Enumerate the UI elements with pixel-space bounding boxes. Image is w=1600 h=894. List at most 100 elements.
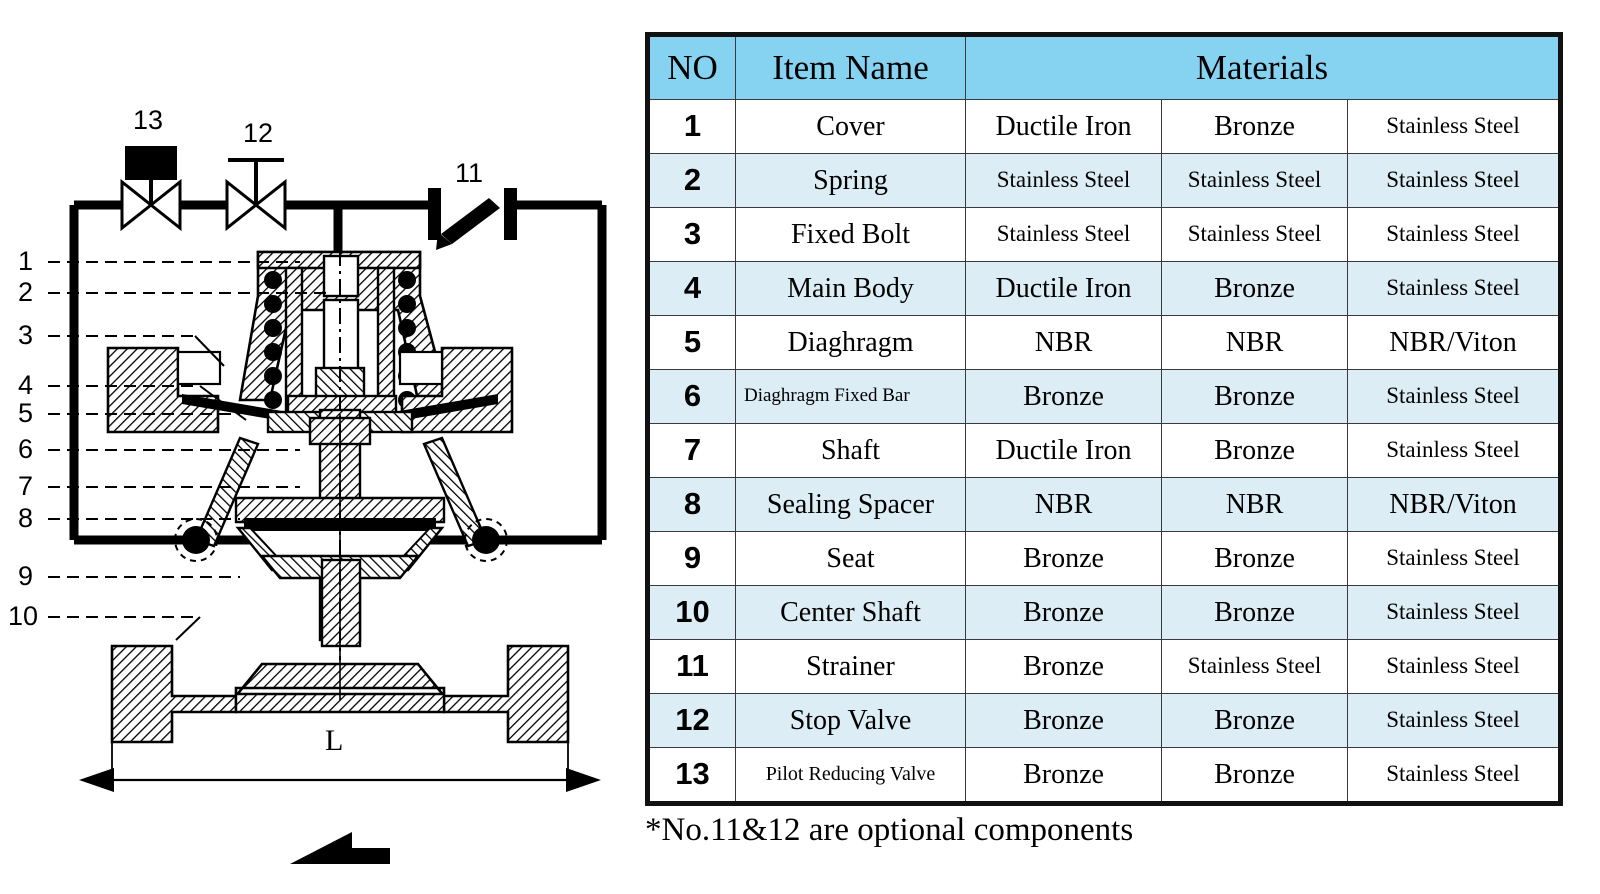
cell-no: 10 <box>647 585 736 640</box>
cell-material-2: Bronze <box>1161 747 1348 804</box>
cell-no: 11 <box>647 639 736 694</box>
cell-material-2: Stainless Steel <box>1161 153 1348 208</box>
table-row: 11 Strainer Bronze Stainless Steel Stainless… <box>647 639 1562 694</box>
callout-9: 9 <box>18 561 34 591</box>
cell-material-3: Stainless Steel <box>1346 99 1562 154</box>
callout-11: 11 <box>455 158 484 188</box>
cell-material-1: Stainless Steel <box>965 207 1162 262</box>
cell-no: 1 <box>647 99 736 154</box>
callout-2: 2 <box>18 277 34 307</box>
cell-material-1: Ductile Iron <box>965 423 1162 478</box>
cell-material-2: NBR <box>1161 315 1348 370</box>
cell-material-1: Bronze <box>965 747 1162 804</box>
cell-material-3: Stainless Steel <box>1346 747 1562 804</box>
header-no: NO <box>647 34 736 100</box>
cell-material-1: Bronze <box>965 531 1162 586</box>
table-row: 7 Shaft Ductile Iron Bronze Stainless Steel <box>647 423 1562 478</box>
header-item-name: Item Name <box>735 34 966 100</box>
cell-item-name: Main Body <box>735 261 966 316</box>
cell-item-name: Spring <box>735 153 966 208</box>
cell-item-name: Seat <box>735 531 966 586</box>
cell-material-3: Stainless Steel <box>1346 693 1562 748</box>
cell-material-2: Bronze <box>1161 423 1348 478</box>
table-row: 4 Main Body Ductile Iron Bronze Stainless St… <box>647 261 1562 316</box>
table-header-row: NO Item Name Materials <box>647 34 1562 100</box>
table-row: 10 Center Shaft Bronze Bronze Stainless Stee… <box>647 585 1562 640</box>
stop-valve-symbol <box>225 158 287 232</box>
cell-no: 4 <box>647 261 736 316</box>
cell-material-1: Bronze <box>965 369 1162 424</box>
table-row: 6 Diaghragm Fixed Bar Bronze Bronze Stainles… <box>647 369 1562 424</box>
cell-material-3: Stainless Steel <box>1346 423 1562 478</box>
callout-5: 5 <box>18 398 34 428</box>
callout-12: 12 <box>243 118 274 148</box>
cell-material-3: Stainless Steel <box>1346 261 1562 316</box>
diagram-page: 13 12 11 1 2 3 4 5 6 7 8 9 10 L NO Item … <box>0 0 1600 894</box>
table-row: 9 Seat Bronze Bronze Stainless Steel <box>647 531 1562 586</box>
cell-material-2: Stainless Steel <box>1161 207 1348 262</box>
dimension-label-L: L <box>325 724 344 757</box>
cell-material-1: NBR <box>965 315 1162 370</box>
cell-no: 13 <box>647 747 736 804</box>
table-row: 5 Diaghragm NBR NBR NBR/Viton <box>647 315 1562 370</box>
cell-material-3: NBR/Viton <box>1346 315 1562 370</box>
cell-no: 7 <box>647 423 736 478</box>
table-row: 12 Stop Valve Bronze Bronze Stainless Steel <box>647 693 1562 748</box>
cell-material-3: Stainless Steel <box>1346 531 1562 586</box>
cell-material-1: Ductile Iron <box>965 261 1162 316</box>
pilot-reducing-valve-symbol <box>120 146 182 232</box>
cell-item-name: Strainer <box>735 639 966 694</box>
cell-no: 3 <box>647 207 736 262</box>
cell-item-name: Sealing Spacer <box>735 477 966 532</box>
cell-material-1: Ductile Iron <box>965 99 1162 154</box>
cell-material-1: Stainless Steel <box>965 153 1162 208</box>
valve-sectional-drawing: 13 12 11 1 2 3 4 5 6 7 8 9 10 L <box>0 0 620 894</box>
table-row: 2 Spring Stainless Steel Stainless Steel Sta… <box>647 153 1562 208</box>
cell-material-3: Stainless Steel <box>1346 585 1562 640</box>
cell-no: 6 <box>647 369 736 424</box>
table-row: 3 Fixed Bolt Stainless Steel Stainless Stee… <box>647 207 1562 262</box>
cell-material-2: Bronze <box>1161 693 1348 748</box>
cell-item-name: Center Shaft <box>735 585 966 640</box>
cell-material-2: Bronze <box>1161 531 1348 586</box>
cell-material-2: Bronze <box>1161 99 1348 154</box>
cell-material-3: Stainless Steel <box>1346 207 1562 262</box>
cell-material-2: Stainless Steel <box>1161 639 1348 694</box>
flow-direction-arrow <box>290 832 390 864</box>
table-row: 13 Pilot Reducing Valve Bronze Bronze Stainl… <box>647 747 1562 804</box>
callout-4: 4 <box>18 370 34 400</box>
table-row: 8 Sealing Spacer NBR NBR NBR/Viton <box>647 477 1562 532</box>
cell-item-name: Fixed Bolt <box>735 207 966 262</box>
cell-material-3: Stainless Steel <box>1346 639 1562 694</box>
cell-material-1: Bronze <box>965 585 1162 640</box>
cell-item-name: Diaghragm <box>735 315 966 370</box>
cell-item-name: Cover <box>735 99 966 154</box>
cell-no: 8 <box>647 477 736 532</box>
materials-table-container: NO Item Name Materials 1 Cover Ductile Iro… <box>645 32 1564 806</box>
table-row: 1 Cover Ductile Iron Bronze Stainless Steel <box>647 99 1562 154</box>
cell-material-2: Bronze <box>1161 369 1348 424</box>
cell-no: 5 <box>647 315 736 370</box>
cell-item-name: Diaghragm Fixed Bar <box>735 369 966 424</box>
callout-13: 13 <box>133 105 164 135</box>
callout-8: 8 <box>18 503 34 533</box>
header-materials: Materials <box>964 34 1562 100</box>
callout-1: 1 <box>18 246 34 276</box>
cell-material-3: Stainless Steel <box>1346 369 1562 424</box>
materials-table: NO Item Name Materials 1 Cover Ductile Iro… <box>645 32 1564 806</box>
cell-no: 12 <box>647 693 736 748</box>
cell-material-1: Bronze <box>965 639 1162 694</box>
cell-item-name: Pilot Reducing Valve <box>735 747 966 804</box>
callout-7: 7 <box>18 471 34 501</box>
cell-no: 2 <box>647 153 736 208</box>
cell-material-1: NBR <box>965 477 1162 532</box>
cell-no: 9 <box>647 531 736 586</box>
callout-10: 10 <box>8 601 39 631</box>
cell-material-2: NBR <box>1161 477 1348 532</box>
strainer-symbol <box>428 188 517 250</box>
cell-material-3: Stainless Steel <box>1346 153 1562 208</box>
cell-material-1: Bronze <box>965 693 1162 748</box>
cell-item-name: Shaft <box>735 423 966 478</box>
cell-material-3: NBR/Viton <box>1346 477 1562 532</box>
cell-material-2: Bronze <box>1161 585 1348 640</box>
